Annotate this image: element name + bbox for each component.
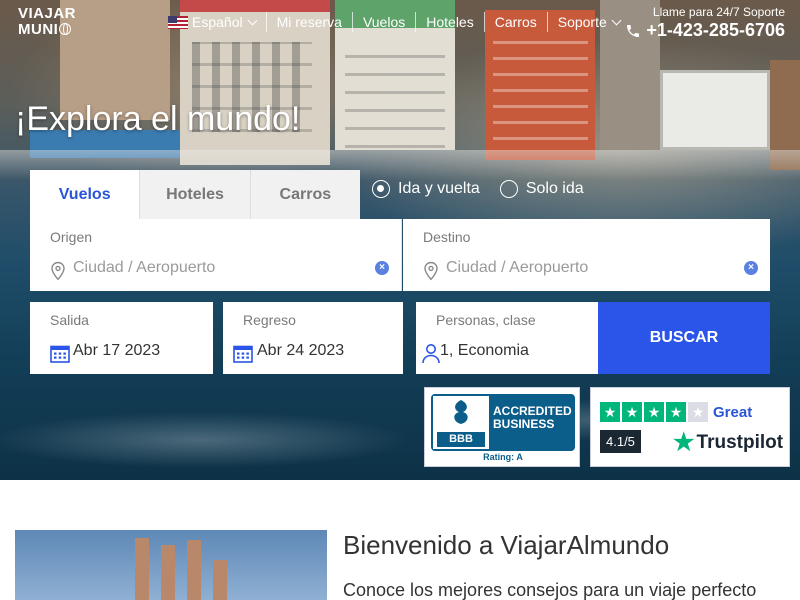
person-icon (422, 344, 440, 364)
return-label: Regreso (243, 312, 296, 328)
origin-label: Origen (50, 229, 93, 245)
flag-us-icon (168, 15, 188, 29)
bbb-logo-text: BBB (437, 432, 485, 447)
chevron-down-icon (611, 15, 622, 25)
phone-icon (627, 24, 640, 37)
trustpilot-badge[interactable]: ★ ★ ★ ★ ★ Great 4.1/5 ★ Trustpilot (590, 387, 790, 467)
support-phone-number: +1-423-285-6706 (646, 20, 785, 40)
star-icon: ★ (644, 402, 664, 422)
depart-date-field[interactable]: Salida Abr 17 2023 (30, 302, 213, 374)
radio-unselected-icon (499, 180, 518, 198)
tab-carros[interactable]: Carros (250, 170, 360, 219)
nav-link-soporte-label: Soporte (557, 14, 607, 30)
trustpilot-logo: ★ Trustpilot (673, 428, 783, 457)
nav-link-vuelos[interactable]: Vuelos (351, 12, 415, 32)
globe-icon (59, 23, 72, 35)
logo-line2: MUNI (18, 21, 59, 38)
radio-ida-y-vuelta[interactable]: Ida y vuelta (372, 180, 480, 198)
location-pin-icon (51, 261, 65, 281)
radio-selected-icon (372, 180, 390, 198)
bbb-seal: BBB ACCREDITED BUSINESS (431, 394, 575, 451)
flight-search-form: Origen Ciudad / Aeropuerto × Destino Ciu… (30, 219, 770, 374)
origin-field[interactable]: Origen Ciudad / Aeropuerto × (30, 219, 402, 291)
radio-ida-y-vuelta-label: Ida y vuelta (398, 180, 480, 197)
logo-line1: VIAJAR (18, 5, 77, 22)
chevron-down-icon (247, 15, 258, 25)
clear-icon[interactable]: × (375, 261, 389, 275)
hero-photo-building (660, 70, 770, 150)
hero-headline: ¡Explora el mundo! (15, 100, 301, 138)
search-button[interactable]: BUSCAR (598, 302, 770, 374)
clear-icon[interactable]: × (744, 261, 758, 275)
tab-vuelos[interactable]: Vuelos (30, 170, 141, 219)
language-label: Español (192, 14, 243, 30)
search-tabs: Vuelos Hoteles Carros (30, 170, 360, 219)
site-logo[interactable]: VIAJAR MUNI (18, 6, 88, 38)
return-date-value[interactable]: Abr 24 2023 (257, 342, 344, 360)
return-date-field[interactable]: Regreso Abr 24 2023 (223, 302, 403, 374)
bbb-line2: BUSINESS (493, 417, 555, 431)
origin-input[interactable]: Ciudad / Aeropuerto (73, 259, 215, 277)
trustpilot-brand-label: Trustpilot (696, 431, 784, 453)
depart-date-value[interactable]: Abr 17 2023 (73, 342, 160, 360)
destination-field[interactable]: Destino Ciudad / Aeropuerto × (403, 219, 770, 291)
destination-input[interactable]: Ciudad / Aeropuerto (446, 259, 588, 277)
location-pin-icon (424, 261, 438, 281)
trustpilot-stars: ★ ★ ★ ★ ★ (600, 402, 710, 422)
image-spire (135, 538, 149, 600)
star-icon: ★ (673, 429, 695, 456)
radio-solo-ida[interactable]: Solo ida (499, 180, 584, 198)
nav-link-hoteles[interactable]: Hoteles (415, 12, 483, 32)
hero-photo-building (485, 10, 595, 160)
nav-link-soporte[interactable]: Soporte (546, 12, 630, 32)
passengers-value[interactable]: 1, Economia (440, 342, 529, 360)
welcome-image (15, 530, 327, 600)
passengers-label: Personas, clase (436, 312, 536, 328)
main-nav: Español Mi reserva Vuelos Hoteles Carros… (168, 12, 630, 32)
bbb-logo-icon: BBB (433, 396, 489, 449)
calendar-icon (233, 345, 253, 363)
trip-type-selector: Ida y vuelta Solo ida (372, 180, 604, 198)
trustpilot-verdict: Great (713, 404, 753, 421)
support-label: Llame para 24/7 Soporte (652, 5, 785, 19)
nav-link-carros[interactable]: Carros (483, 12, 547, 32)
bbb-text: ACCREDITED BUSINESS (489, 396, 573, 449)
nav-link-mi-reserva[interactable]: Mi reserva (265, 12, 352, 32)
image-spire (187, 540, 201, 600)
support-contact: Llame para 24/7 Soporte +1-423-285-6706 (625, 5, 785, 41)
star-icon: ★ (688, 402, 708, 422)
welcome-subtitle: Conoce los mejores consejos para un viaj… (343, 580, 757, 600)
image-spire (161, 545, 175, 600)
trustpilot-score: 4.1/5 (600, 430, 641, 453)
support-phone-link[interactable]: +1-423-285-6706 (625, 20, 785, 41)
welcome-title: Bienvenido a ViajarAlmundo (343, 530, 670, 560)
calendar-icon (50, 345, 70, 363)
radio-solo-ida-label: Solo ida (525, 180, 584, 197)
star-icon: ★ (600, 402, 620, 422)
bbb-rating: Rating: A (483, 452, 523, 462)
star-icon: ★ (666, 402, 686, 422)
destination-label: Destino (423, 229, 471, 245)
star-icon: ★ (622, 402, 642, 422)
language-selector[interactable]: Español (168, 12, 266, 32)
depart-label: Salida (50, 312, 89, 328)
bbb-accredited-badge[interactable]: BBB ACCREDITED BUSINESS Rating: A (424, 387, 580, 467)
image-spire (213, 560, 227, 600)
tab-hoteles[interactable]: Hoteles (140, 170, 251, 219)
passengers-field[interactable]: Personas, clase 1, Economia (416, 302, 598, 374)
